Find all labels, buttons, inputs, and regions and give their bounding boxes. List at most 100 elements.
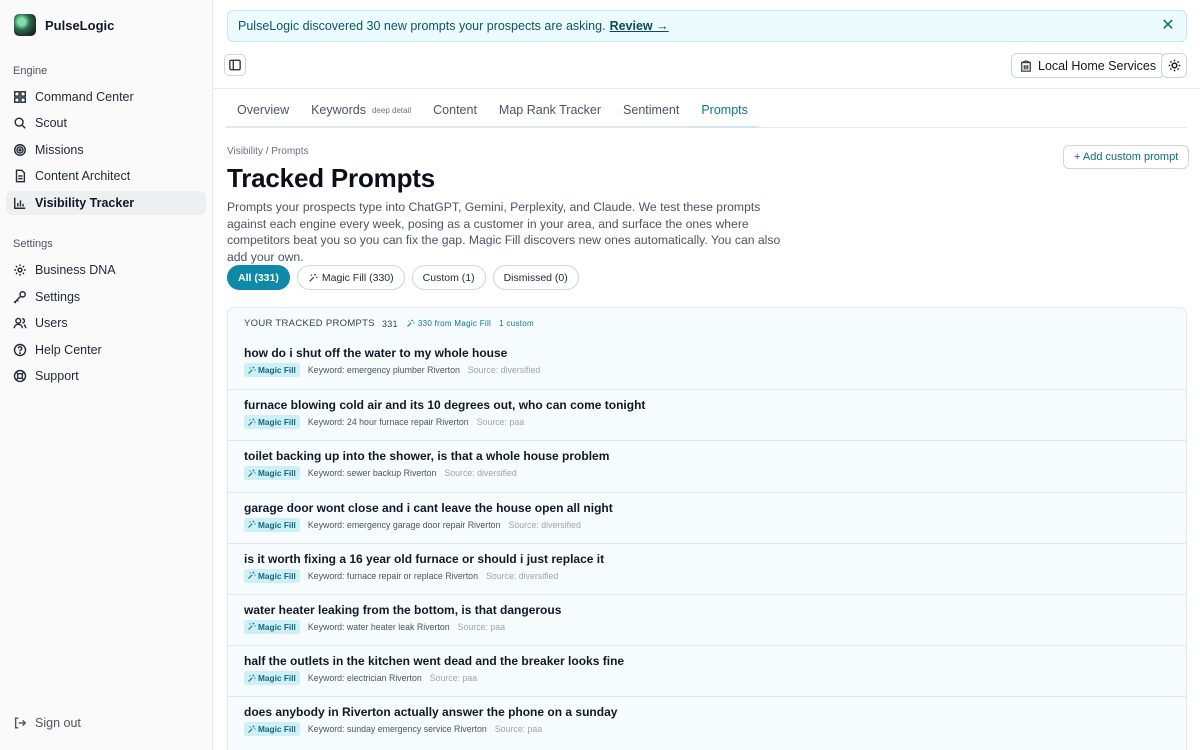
breadcrumb: Visibility / Prompts — [227, 146, 309, 157]
sun-icon — [1168, 59, 1180, 72]
tab-sentiment[interactable]: Sentiment — [612, 94, 691, 128]
sidebar-item-label: Visibility Tracker — [35, 196, 135, 210]
sign-out-icon — [14, 717, 27, 729]
filter-label: All (331) — [238, 271, 279, 284]
prompt-text: toilet backing up into the shower, is th… — [244, 449, 610, 464]
badge-label: Magic Fill — [258, 417, 296, 428]
prompt-meta: Magic Fill Keyword: emergency garage doo… — [244, 517, 1172, 532]
filter-label: Dismissed (0) — [503, 271, 568, 284]
sidebar-item-label: Business DNA — [35, 263, 116, 277]
sidebar-item-support[interactable]: Support — [6, 364, 206, 388]
sign-out-button[interactable]: Sign out — [6, 711, 206, 735]
badge-label: Magic Fill — [258, 621, 296, 632]
header-divider — [214, 88, 1200, 89]
magic-fill-badge: Magic Fill — [244, 568, 300, 583]
magic-fill-badge: Magic Fill — [244, 415, 300, 430]
toggle-sidebar-button[interactable] — [224, 54, 246, 76]
banner-text: PulseLogic discovered 30 new prompts you… — [238, 19, 606, 33]
prompt-meta: Magic Fill Keyword: furnace repair or re… — [244, 568, 1172, 583]
prompt-source: Source: diversified — [444, 468, 517, 479]
nav-section-engine: Engine — [13, 65, 48, 77]
filter-all[interactable]: All (331) — [227, 265, 290, 290]
prompt-keyword: Keyword: sewer backup Riverton — [307, 468, 437, 479]
sparkle-icon — [248, 520, 256, 528]
magic-fill-badge: Magic Fill — [244, 466, 300, 481]
filter-magic-fill[interactable]: Magic Fill (330) — [296, 265, 405, 290]
list-item[interactable]: toilet backing up into the shower, is th… — [228, 440, 1186, 491]
prompt-source: Source: paa — [476, 417, 525, 428]
list-item[interactable]: how do i shut off the water to my whole … — [228, 338, 1186, 389]
grid-icon — [14, 91, 26, 103]
list-item[interactable]: does anybody in Riverton actually answer… — [228, 696, 1186, 747]
filter-dismissed[interactable]: Dismissed (0) — [492, 265, 579, 290]
users-icon — [13, 317, 27, 329]
tab-label: Keywords — [311, 103, 366, 117]
sparkle-icon — [248, 623, 256, 631]
target-icon — [14, 144, 26, 156]
badge-label: Magic Fill — [258, 570, 296, 581]
prompt-meta: Magic Fill Keyword: sewer backup Riverto… — [244, 466, 1172, 481]
page-description: Prompts your prospects type into ChatGPT… — [227, 200, 781, 264]
tab-overview[interactable]: Overview — [226, 94, 301, 128]
sidebar-item-label: Command Center — [35, 90, 134, 104]
list-item[interactable]: water heater leaking from the bottom, is… — [228, 593, 1186, 645]
sidebar-item-settings[interactable]: Settings — [6, 285, 206, 309]
brand[interactable]: PulseLogic — [14, 14, 114, 36]
panel-header: YOUR TRACKED PROMPTS 331 330 from Magic … — [244, 318, 534, 329]
magic-fill-badge: Magic Fill — [244, 517, 300, 532]
main-content: PulseLogic discovered 30 new prompts you… — [214, 0, 1200, 750]
sidebar-item-business-dna[interactable]: Business DNA — [6, 258, 206, 282]
sidebar-toggle-icon — [229, 59, 241, 71]
prompt-list: how do i shut off the water to my whole … — [228, 338, 1186, 748]
prompt-keyword: Keyword: emergency garage door repair Ri… — [307, 519, 501, 530]
theme-toggle-button[interactable] — [1161, 53, 1187, 78]
gear-icon — [14, 264, 26, 276]
prompt-meta: Magic Fill Keyword: electrician Riverton… — [244, 671, 1172, 686]
banner-review-link[interactable]: Review → — [610, 19, 669, 33]
panel-custom-count: 1 custom — [499, 319, 534, 328]
tracked-prompts-panel: YOUR TRACKED PROMPTS 331 330 from Magic … — [227, 307, 1187, 750]
sidebar-item-label: Scout — [35, 116, 67, 130]
sparkle-icon — [248, 418, 256, 426]
prompt-text: how do i shut off the water to my whole … — [244, 346, 508, 360]
location-selector-button[interactable]: Local Home Services — [1011, 53, 1166, 78]
sparkle-icon — [248, 366, 256, 374]
prompt-keyword: Keyword: electrician Riverton — [307, 673, 422, 684]
sparkle-icon — [248, 572, 256, 580]
brand-name: PulseLogic — [45, 17, 115, 33]
sidebar-item-help-center[interactable]: Help Center — [6, 338, 206, 362]
sidebar-item-visibility-tracker[interactable]: Visibility Tracker — [6, 191, 206, 215]
badge-label: Magic Fill — [258, 365, 296, 375]
prompt-source: Source: paa — [429, 673, 478, 684]
magic-fill-badge: Magic Fill — [244, 619, 300, 634]
list-item[interactable]: garage door wont close and i cant leave … — [228, 491, 1186, 543]
sidebar-item-label: Users — [35, 316, 68, 330]
prompt-source: Source: paa — [457, 621, 506, 632]
close-icon[interactable]: ✕ — [1159, 17, 1177, 35]
nav-section-settings: Settings — [13, 238, 53, 250]
list-item[interactable]: furnace blowing cold air and its 10 degr… — [228, 389, 1186, 440]
list-item[interactable]: half the outlets in the kitchen went dea… — [228, 645, 1186, 696]
tab-prompts[interactable]: Prompts — [690, 94, 759, 128]
prompt-keyword: Keyword: sunday emergency service Rivert… — [307, 724, 487, 735]
tab-content[interactable]: Content — [422, 94, 488, 128]
magic-fill-badge: Magic Fill — [244, 363, 300, 377]
discovery-banner: PulseLogic discovered 30 new prompts you… — [227, 10, 1187, 42]
sidebar-item-command-center[interactable]: Command Center — [6, 85, 206, 109]
prompt-keyword: Keyword: 24 hour furnace repair Riverton — [307, 417, 469, 428]
sidebar-item-users[interactable]: Users — [6, 311, 206, 335]
sidebar-item-scout[interactable]: Scout — [6, 111, 206, 135]
tab-map-rank-tracker[interactable]: Map Rank Tracker — [487, 94, 613, 128]
add-custom-prompt-button[interactable]: + Add custom prompt — [1063, 145, 1190, 169]
sidebar: PulseLogic Engine Command Center Scout M… — [0, 0, 213, 750]
sidebar-item-content-architect[interactable]: Content Architect — [6, 164, 206, 188]
prompt-text: garage door wont close and i cant leave … — [244, 500, 613, 515]
tab-keywords[interactable]: Keywords deep detail — [300, 94, 423, 128]
prompt-keyword: Keyword: furnace repair or replace River… — [307, 570, 478, 581]
prompt-source: Source: diversified — [508, 519, 581, 530]
prompt-keyword: Keyword: emergency plumber Riverton — [307, 365, 460, 375]
list-item[interactable]: is it worth fixing a 16 year old furnace… — [228, 542, 1186, 594]
filter-custom[interactable]: Custom (1) — [411, 265, 486, 290]
sidebar-item-missions[interactable]: Missions — [6, 138, 206, 162]
prompt-text: water heater leaking from the bottom, is… — [244, 602, 562, 617]
